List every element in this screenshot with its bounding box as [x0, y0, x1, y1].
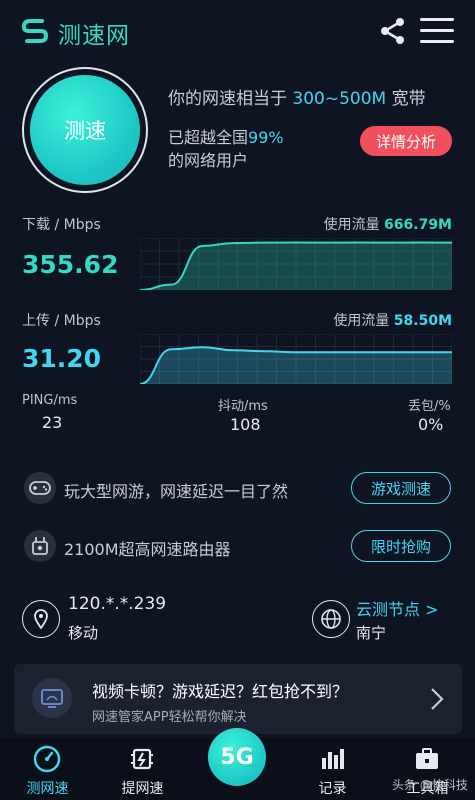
ping-value: 23: [42, 413, 63, 432]
speed-range: 300~500M: [292, 89, 387, 109]
gauge-icon: [33, 745, 61, 773]
upload-usage-label: 使用流量: [333, 313, 390, 329]
download-chart: [140, 238, 452, 290]
promo-router-text: 2100M超高网速路由器: [64, 540, 231, 559]
download-label: 下载 / Mbps: [22, 217, 101, 233]
promo-game-text: 玩大型网游，网速延迟一目了然: [64, 482, 289, 501]
logo-s-icon: [21, 19, 49, 43]
app-title: 测速网: [58, 23, 130, 49]
speed-prefix: 你的网速相当于: [168, 89, 287, 109]
speed-manager-icon: [32, 678, 72, 718]
speed-equivalent: 你的网速相当于 300~500M 宽带: [168, 84, 426, 109]
tab-boost[interactable]: 提网速: [95, 738, 190, 800]
bar-chart-icon: [322, 749, 344, 769]
isp-name: 移动: [68, 624, 99, 642]
promo-banner[interactable]: 视频卡顿？游戏延迟？红包抢不到？ 网速管家APP轻松帮你解决: [14, 664, 462, 734]
tab-label: 测网速: [26, 781, 69, 797]
upload-usage-value: 58.50M: [393, 313, 452, 329]
tab-records[interactable]: 记录: [285, 738, 380, 800]
speed-test-ring: 测速: [22, 67, 148, 193]
download-usage-value: 666.79M: [384, 217, 452, 233]
chip-icon: [131, 748, 153, 770]
toolbox-icon: [416, 748, 438, 769]
tab-label: 提网速: [121, 781, 164, 797]
upload-chart: [140, 334, 452, 384]
router-icon: [24, 530, 56, 562]
beat-line: 已超越全国99%: [168, 124, 284, 148]
share-icon[interactable]: [378, 16, 408, 46]
test-node-link[interactable]: 云测节点 >: [356, 596, 439, 620]
gamepad-icon: [24, 472, 56, 504]
banner-subtitle: 网速管家APP轻松帮你解决: [92, 710, 247, 725]
ip-address: 120.*.*.239: [68, 594, 167, 614]
watermark: 头条 @快科技: [392, 778, 468, 792]
banner-title: 视频卡顿？游戏延迟？红包抢不到？: [92, 682, 349, 701]
download-usage-label: 使用流量: [323, 217, 380, 233]
jitter-label: 抖动/ms: [218, 399, 268, 414]
tab-speed-test[interactable]: 测网速: [0, 738, 95, 800]
tab-5g-button[interactable]: 5G: [208, 728, 266, 786]
speed-suffix: 宽带: [391, 89, 426, 109]
node-city: 南宁: [356, 624, 387, 642]
menu-icon[interactable]: [420, 18, 454, 44]
tab-label: 记录: [318, 781, 347, 797]
flash-sale-button[interactable]: 限时抢购: [351, 530, 451, 562]
upload-label: 上传 / Mbps: [22, 313, 101, 329]
loss-label: 丢包/%: [408, 399, 451, 414]
location-pin-icon: [22, 600, 60, 638]
beat-prefix: 已超越全国: [168, 128, 249, 147]
upload-speed: 31.20: [22, 344, 102, 373]
beat-percent: 99%: [248, 128, 284, 147]
upload-usage: 使用流量 58.50M: [250, 310, 452, 330]
beat-suffix: 的网络用户: [168, 151, 249, 170]
start-test-button[interactable]: 测速: [30, 75, 140, 185]
detail-analysis-button[interactable]: 详情分析: [360, 126, 452, 156]
download-speed: 355.62: [22, 250, 119, 279]
game-speed-test-button[interactable]: 游戏测速: [351, 472, 451, 504]
loss-value: 0%: [418, 415, 444, 434]
chevron-right-icon[interactable]: [424, 686, 448, 712]
globe-icon[interactable]: [312, 600, 350, 638]
download-usage: 使用流量 666.79M: [250, 214, 452, 234]
jitter-value: 108: [230, 415, 261, 434]
ping-label: PING/ms: [22, 393, 78, 408]
